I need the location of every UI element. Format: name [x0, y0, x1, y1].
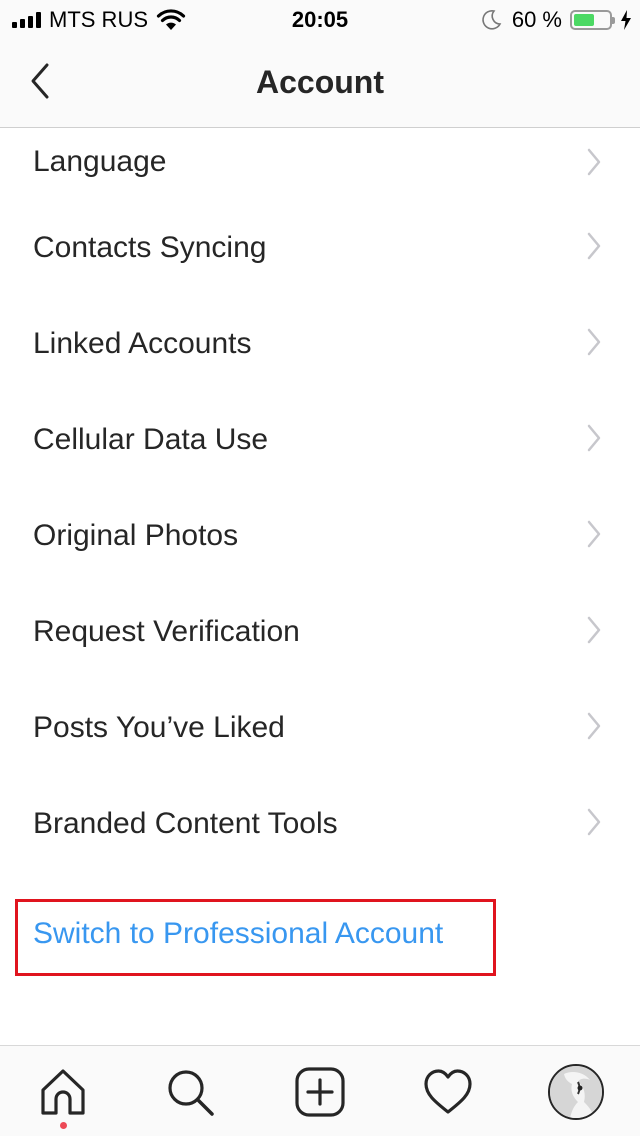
menu-item-linked-accounts[interactable]: Linked Accounts — [0, 292, 640, 388]
bottom-tab-bar — [0, 1045, 640, 1136]
tab-new-post[interactable] — [294, 1066, 346, 1118]
chevron-right-icon — [587, 328, 601, 356]
profile-avatar-image — [550, 1066, 602, 1118]
menu-item-label: Linked Accounts — [33, 327, 252, 360]
chevron-right-icon — [587, 232, 601, 260]
menu-item-request-verification[interactable]: Request Verification — [0, 580, 640, 676]
tab-activity[interactable] — [422, 1066, 474, 1118]
navigation-bar: Account — [0, 40, 640, 128]
menu-item-posts-youve-liked[interactable]: Posts You’ve Liked — [0, 676, 640, 772]
battery-cap — [612, 17, 615, 24]
tab-search[interactable] — [164, 1066, 216, 1118]
new-post-icon — [295, 1067, 345, 1117]
menu-item-contacts-syncing[interactable]: Contacts Syncing — [0, 196, 640, 292]
chevron-right-icon — [587, 616, 601, 644]
status-right: 60 % — [480, 6, 632, 34]
menu-item-label: Request Verification — [33, 615, 300, 648]
menu-item-label: Language — [33, 145, 167, 178]
tab-profile-avatar[interactable] — [548, 1064, 604, 1120]
menu-item-cellular-data-use[interactable]: Cellular Data Use — [0, 388, 640, 484]
menu-item-label: Cellular Data Use — [33, 423, 269, 456]
home-icon — [41, 1069, 85, 1115]
status-bar: MTS RUS 20:05 60 % — [0, 0, 640, 40]
menu-item-language[interactable]: Language — [0, 128, 640, 196]
tab-home[interactable] — [37, 1066, 89, 1118]
page-title: Account — [256, 64, 384, 100]
switch-to-professional-account-link[interactable]: Switch to Professional Account — [33, 916, 443, 952]
menu-item-label: Original Photos — [33, 519, 239, 552]
chevron-right-icon — [587, 424, 601, 452]
account-settings-list: Language Contacts Syncing Linked Account… — [0, 128, 640, 868]
chevron-right-icon — [587, 808, 601, 836]
chevron-right-icon — [587, 520, 601, 548]
battery-level-fill — [574, 14, 595, 26]
menu-item-label: Contacts Syncing — [33, 231, 267, 264]
menu-item-original-photos[interactable]: Original Photos — [0, 484, 640, 580]
chevron-right-icon — [587, 712, 601, 740]
battery-icon — [570, 10, 615, 30]
menu-item-label: Branded Content Tools — [33, 807, 338, 840]
search-icon — [168, 1070, 214, 1116]
home-notification-dot — [60, 1122, 67, 1129]
moon-icon — [482, 10, 502, 30]
chevron-right-icon — [587, 148, 601, 176]
switch-professional-highlight-box: Switch to Professional Account — [15, 899, 496, 976]
charging-bolt-icon — [621, 10, 631, 30]
activity-heart-icon — [424, 1069, 472, 1114]
battery-percent: 60 % — [511, 7, 562, 32]
menu-item-label: Posts You’ve Liked — [33, 711, 285, 744]
menu-item-branded-content-tools[interactable]: Branded Content Tools — [0, 772, 640, 868]
